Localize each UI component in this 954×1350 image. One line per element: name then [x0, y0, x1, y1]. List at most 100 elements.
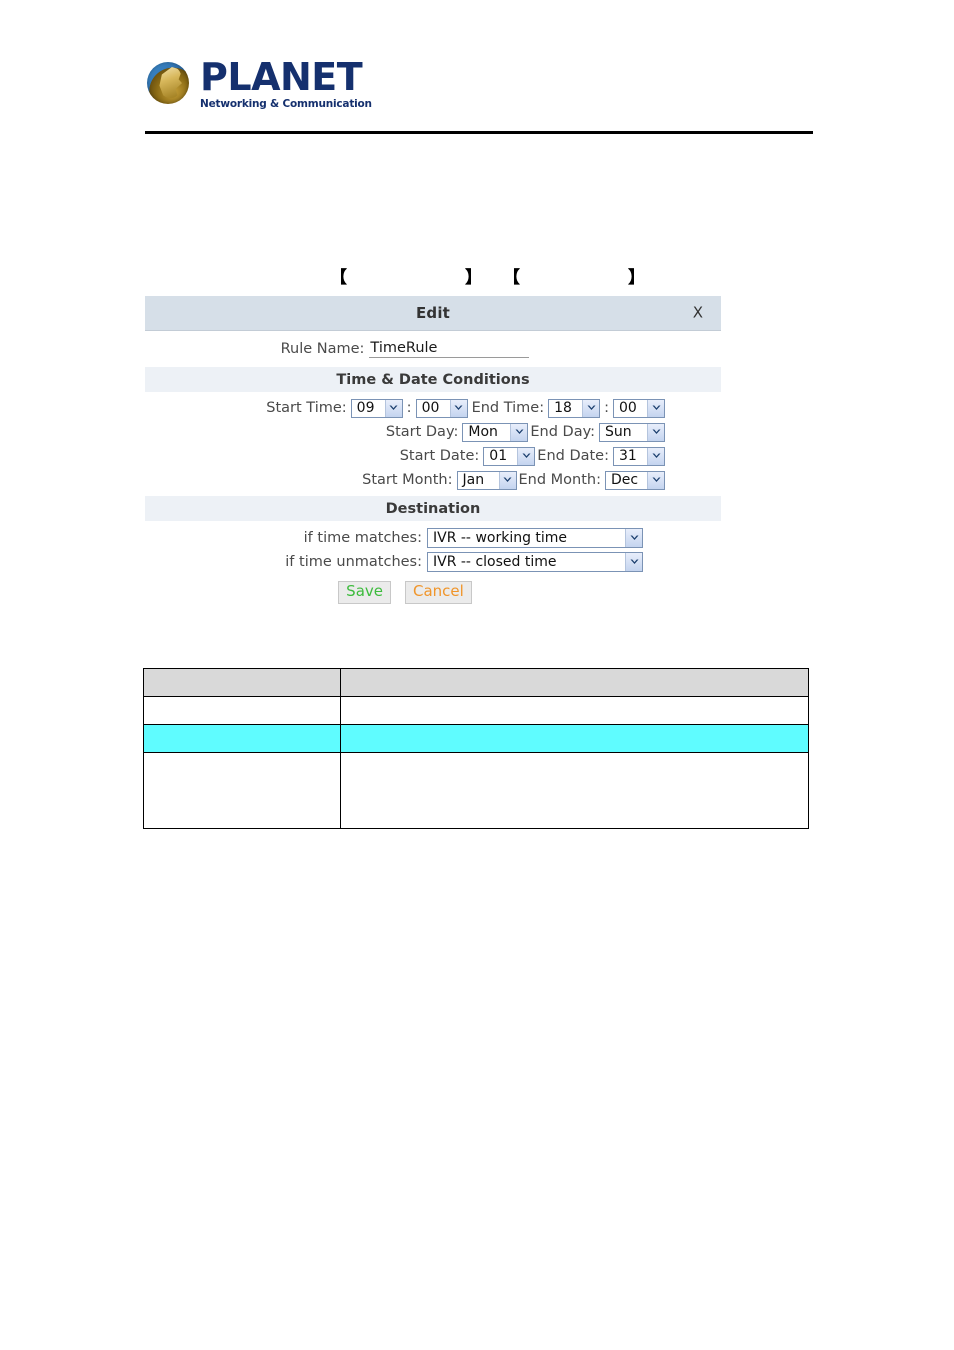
chevron-down-icon [498, 471, 516, 489]
day-row: Start Day: Mon End Day: Sun [145, 420, 721, 444]
time-matches-select[interactable]: IVR -- working time [427, 528, 643, 548]
parameter-table [143, 668, 809, 829]
rule-name-row: Rule Name: [145, 331, 721, 363]
chevron-down-icon [647, 399, 664, 417]
chevron-down-icon [384, 399, 402, 417]
bracket-close: 】 [465, 268, 482, 288]
end-minute-value: 00 [619, 399, 637, 416]
table-cell-text [341, 669, 808, 678]
time-matches-label: if time matches: [303, 530, 422, 546]
start-day-value: Mon [468, 423, 498, 440]
dialog-titlebar: Edit X [145, 296, 721, 331]
header-divider [145, 131, 813, 134]
table-row [143, 724, 809, 753]
table-row [143, 752, 809, 829]
caption-bracket-1: 【】 [330, 263, 482, 288]
chevron-down-icon [582, 399, 600, 417]
end-day-value: Sun [605, 423, 632, 440]
start-day-label: Start Day: [385, 424, 459, 440]
chevron-down-icon [510, 423, 528, 441]
start-hour-value: 09 [356, 399, 375, 416]
table-cell [143, 696, 341, 725]
start-month-value: Jan [462, 471, 485, 488]
time-unmatches-label: if time unmatches: [285, 554, 422, 570]
table-cell [340, 752, 809, 829]
table-row [143, 696, 809, 725]
table-row [143, 668, 809, 697]
table-cell [143, 752, 341, 829]
destination-fields: if time matches: IVR -- working time if … [145, 521, 721, 574]
chevron-down-icon [647, 471, 664, 489]
end-date-select[interactable]: 31 [613, 446, 665, 466]
table-cell [340, 724, 809, 753]
end-month-select[interactable]: Dec [605, 470, 665, 490]
end-hour-value: 18 [554, 399, 572, 416]
time-colon-end: : [604, 400, 609, 416]
end-minute-select[interactable]: 00 [613, 398, 665, 418]
table-cell-text [144, 669, 340, 678]
table-cell [143, 724, 341, 753]
end-day-select[interactable]: Sun [599, 422, 665, 442]
chevron-down-icon [625, 553, 642, 571]
month-row: Start Month: Jan End Month: Dec [145, 468, 721, 492]
table-cell-text [144, 725, 340, 734]
section-header-time-date: Time & Date Conditions [145, 367, 721, 392]
start-month-select[interactable]: Jan [456, 470, 517, 490]
time-unmatches-row: if time unmatches: IVR -- closed time [145, 550, 721, 574]
start-minute-value: 00 [421, 399, 440, 416]
time-colon-start: : [406, 400, 412, 416]
planet-logo: PLANET Networking & Communication [145, 55, 810, 113]
time-row: Start Time: 09 : 00 End Time: 18 : 00 [145, 396, 721, 420]
cancel-button[interactable]: Cancel [405, 581, 472, 604]
table-cell [143, 668, 341, 697]
rule-name-label: Rule Name: [280, 341, 365, 357]
close-icon[interactable]: X [689, 304, 707, 323]
start-time-label: Start Time: [266, 400, 347, 416]
caption-brackets: 【】 【】 [145, 263, 813, 288]
bracket-open: 【 [330, 268, 347, 288]
table-cell [340, 696, 809, 725]
chevron-down-icon [647, 447, 664, 465]
logo-tagline: Networking & Communication [200, 98, 372, 111]
time-unmatches-select[interactable]: IVR -- closed time [427, 552, 643, 572]
end-hour-select[interactable]: 18 [548, 398, 601, 418]
bracket-close: 】 [628, 268, 645, 288]
caption-bracket-2: 【】 [503, 263, 645, 288]
end-month-label: End Month: [518, 472, 602, 488]
table-cell-text [144, 753, 340, 762]
start-day-select[interactable]: Mon [462, 422, 529, 442]
start-date-label: Start Date: [399, 448, 480, 464]
section-header-destination: Destination [145, 496, 721, 521]
time-unmatches-value: IVR -- closed time [433, 554, 557, 570]
end-day-label: End Day: [530, 424, 595, 440]
save-button[interactable]: Save [338, 581, 391, 604]
table-cell-text [341, 697, 808, 706]
end-date-label: End Date: [537, 448, 609, 464]
time-matches-value: IVR -- working time [433, 530, 568, 546]
chevron-down-icon [449, 399, 467, 417]
table-cell-text [144, 697, 340, 706]
end-date-value: 31 [619, 447, 637, 464]
rule-name-input[interactable] [369, 340, 530, 358]
table-body [143, 668, 809, 829]
chevron-down-icon [647, 423, 664, 441]
start-date-value: 01 [489, 447, 508, 464]
time-matches-row: if time matches: IVR -- working time [145, 526, 721, 550]
dialog-actions: Save Cancel [145, 574, 721, 614]
table-cell-text [341, 725, 808, 734]
end-month-value: Dec [611, 471, 639, 488]
time-date-fields: Start Time: 09 : 00 End Time: 18 : 00 St… [145, 392, 721, 492]
bracket-open: 【 [503, 268, 520, 288]
logo-wordmark: PLANET [200, 55, 363, 100]
chevron-down-icon [517, 447, 535, 465]
start-date-select[interactable]: 01 [483, 446, 536, 466]
chevron-down-icon [625, 529, 642, 547]
page-header: PLANET Networking & Communication [145, 55, 810, 113]
start-minute-select[interactable]: 00 [415, 398, 468, 418]
table-cell [340, 668, 809, 697]
dialog-title: Edit [415, 304, 451, 322]
start-month-label: Start Month: [362, 472, 453, 488]
edit-dialog: Edit X Rule Name: Time & Date Conditions… [145, 296, 721, 614]
table-cell-text [341, 753, 808, 762]
start-hour-select[interactable]: 09 [350, 398, 403, 418]
